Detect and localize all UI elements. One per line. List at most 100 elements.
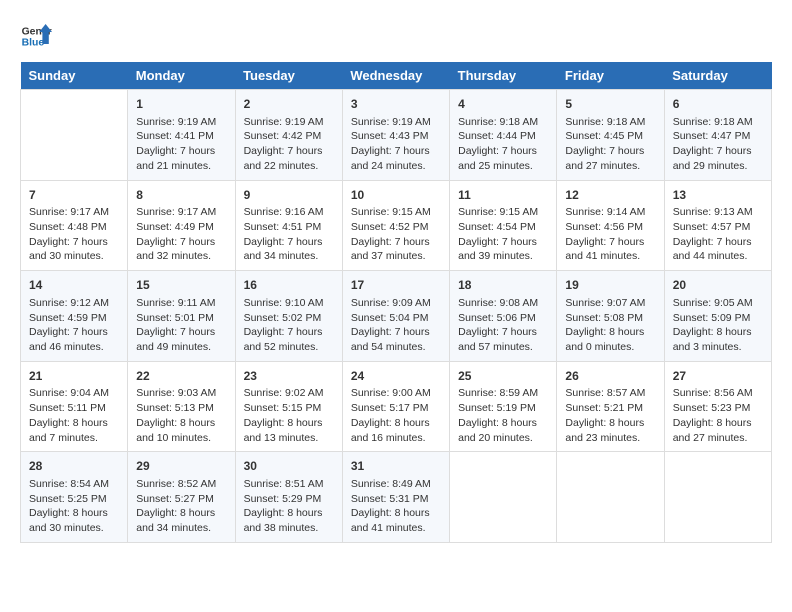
header-cell-tuesday: Tuesday (235, 62, 342, 90)
header-row: SundayMondayTuesdayWednesdayThursdayFrid… (21, 62, 772, 90)
day-cell: 19 Sunrise: 9:07 AMSunset: 5:08 PMDayligh… (557, 271, 664, 362)
header-cell-wednesday: Wednesday (342, 62, 449, 90)
day-cell: 15 Sunrise: 9:11 AMSunset: 5:01 PMDayligh… (128, 271, 235, 362)
day-cell: 22Sunrise: 9:03 AMSunset: 5:13 PMDayligh… (128, 361, 235, 452)
day-info: Sunrise: 9:13 AMSunset: 4:57 PMDaylight:… (673, 205, 763, 264)
day-info: Sunrise: 9:18 AMSunset: 4:44 PMDaylight:… (458, 115, 548, 174)
day-number: 2 (244, 96, 334, 113)
day-number: 24 (351, 368, 441, 385)
day-info: Sunrise: 8:54 AMSunset: 5:25 PMDaylight:… (29, 477, 119, 536)
calendar-body: 1Sunrise: 9:19 AMSunset: 4:41 PMDaylight… (21, 90, 772, 543)
day-info: Sunrise: 9:14 AMSunset: 4:56 PMDaylight:… (565, 205, 655, 264)
day-cell: 14 Sunrise: 9:12 AMSunset: 4:59 PMDayligh… (21, 271, 128, 362)
day-info: Sunrise: 9:11 AMSunset: 5:01 PMDaylight:… (136, 296, 226, 355)
day-cell: 10Sunrise: 9:15 AMSunset: 4:52 PMDayligh… (342, 180, 449, 271)
day-number: 26 (565, 368, 655, 385)
day-number: 21 (29, 368, 119, 385)
day-info: Sunrise: 9:18 AMSunset: 4:45 PMDaylight:… (565, 115, 655, 174)
day-info: Sunrise: 8:49 AMSunset: 5:31 PMDaylight:… (351, 477, 441, 536)
day-info: Sunrise: 8:51 AMSunset: 5:29 PMDaylight:… (244, 477, 334, 536)
day-info: Sunrise: 8:57 AMSunset: 5:21 PMDaylight:… (565, 386, 655, 445)
day-cell: 3 Sunrise: 9:19 AMSunset: 4:43 PMDaylight… (342, 90, 449, 181)
day-info: Sunrise: 9:17 AMSunset: 4:48 PMDaylight:… (29, 205, 119, 264)
day-number: 12 (565, 187, 655, 204)
day-number: 31 (351, 458, 441, 475)
day-info: Sunrise: 9:15 AMSunset: 4:54 PMDaylight:… (458, 205, 548, 264)
day-cell: 24Sunrise: 9:00 AMSunset: 5:17 PMDayligh… (342, 361, 449, 452)
day-cell: 18Sunrise: 9:08 AMSunset: 5:06 PMDayligh… (450, 271, 557, 362)
day-info: Sunrise: 9:19 AMSunset: 4:41 PMDaylight:… (136, 115, 226, 174)
header-cell-saturday: Saturday (664, 62, 771, 90)
day-info: Sunrise: 9:04 AMSunset: 5:11 PMDaylight:… (29, 386, 119, 445)
day-info: Sunrise: 9:02 AMSunset: 5:15 PMDaylight:… (244, 386, 334, 445)
day-number: 30 (244, 458, 334, 475)
header-cell-sunday: Sunday (21, 62, 128, 90)
day-number: 8 (136, 187, 226, 204)
day-number: 5 (565, 96, 655, 113)
day-cell: 9Sunrise: 9:16 AMSunset: 4:51 PMDaylight… (235, 180, 342, 271)
header-cell-monday: Monday (128, 62, 235, 90)
day-info: Sunrise: 9:18 AMSunset: 4:47 PMDaylight:… (673, 115, 763, 174)
day-cell: 11Sunrise: 9:15 AMSunset: 4:54 PMDayligh… (450, 180, 557, 271)
day-number: 4 (458, 96, 548, 113)
day-number: 11 (458, 187, 548, 204)
day-number: 19 (565, 277, 655, 294)
week-row-5: 28Sunrise: 8:54 AMSunset: 5:25 PMDayligh… (21, 452, 772, 543)
day-number: 23 (244, 368, 334, 385)
day-cell (450, 452, 557, 543)
week-row-4: 21Sunrise: 9:04 AMSunset: 5:11 PMDayligh… (21, 361, 772, 452)
day-cell (664, 452, 771, 543)
day-info: Sunrise: 8:59 AMSunset: 5:19 PMDaylight:… (458, 386, 548, 445)
day-info: Sunrise: 9:07 AMSunset: 5:08 PMDaylight:… (565, 296, 655, 355)
calendar-header: SundayMondayTuesdayWednesdayThursdayFrid… (21, 62, 772, 90)
day-info: Sunrise: 9:05 AMSunset: 5:09 PMDaylight:… (673, 296, 763, 355)
day-info: Sunrise: 9:15 AMSunset: 4:52 PMDaylight:… (351, 205, 441, 264)
day-cell: 26Sunrise: 8:57 AMSunset: 5:21 PMDayligh… (557, 361, 664, 452)
week-row-2: 7Sunrise: 9:17 AMSunset: 4:48 PMDaylight… (21, 180, 772, 271)
day-info: Sunrise: 9:03 AMSunset: 5:13 PMDaylight:… (136, 386, 226, 445)
day-cell (21, 90, 128, 181)
calendar-table: SundayMondayTuesdayWednesdayThursdayFrid… (20, 62, 772, 543)
day-info: Sunrise: 9:19 AMSunset: 4:42 PMDaylight:… (244, 115, 334, 174)
logo: General Blue (20, 20, 56, 52)
header-cell-friday: Friday (557, 62, 664, 90)
week-row-1: 1Sunrise: 9:19 AMSunset: 4:41 PMDaylight… (21, 90, 772, 181)
day-number: 25 (458, 368, 548, 385)
day-cell: 1Sunrise: 9:19 AMSunset: 4:41 PMDaylight… (128, 90, 235, 181)
day-cell: 21Sunrise: 9:04 AMSunset: 5:11 PMDayligh… (21, 361, 128, 452)
day-cell: 29 Sunrise: 8:52 AMSunset: 5:27 PMDayligh… (128, 452, 235, 543)
day-info: Sunrise: 8:52 AMSunset: 5:27 PMDaylight:… (136, 477, 226, 536)
day-number: 6 (673, 96, 763, 113)
day-number: 27 (673, 368, 763, 385)
day-cell: 20 Sunrise: 9:05 AMSunset: 5:09 PMDayligh… (664, 271, 771, 362)
day-info: Sunrise: 9:17 AMSunset: 4:49 PMDaylight:… (136, 205, 226, 264)
day-number: 14 (29, 277, 119, 294)
day-number: 22 (136, 368, 226, 385)
day-number: 16 (244, 277, 334, 294)
day-info: Sunrise: 9:16 AMSunset: 4:51 PMDaylight:… (244, 205, 334, 264)
day-cell: 13Sunrise: 9:13 AMSunset: 4:57 PMDayligh… (664, 180, 771, 271)
day-cell: 8Sunrise: 9:17 AMSunset: 4:49 PMDaylight… (128, 180, 235, 271)
day-cell: 12Sunrise: 9:14 AMSunset: 4:56 PMDayligh… (557, 180, 664, 271)
day-cell: 2 Sunrise: 9:19 AMSunset: 4:42 PMDaylight… (235, 90, 342, 181)
day-number: 3 (351, 96, 441, 113)
day-cell (557, 452, 664, 543)
day-number: 15 (136, 277, 226, 294)
day-cell: 6 Sunrise: 9:18 AMSunset: 4:47 PMDaylight… (664, 90, 771, 181)
day-cell: 30 Sunrise: 8:51 AMSunset: 5:29 PMDayligh… (235, 452, 342, 543)
day-cell: 25Sunrise: 8:59 AMSunset: 5:19 PMDayligh… (450, 361, 557, 452)
day-cell: 7Sunrise: 9:17 AMSunset: 4:48 PMDaylight… (21, 180, 128, 271)
logo-icon: General Blue (20, 20, 52, 52)
svg-text:Blue: Blue (22, 38, 45, 49)
day-info: Sunrise: 9:12 AMSunset: 4:59 PMDaylight:… (29, 296, 119, 355)
week-row-3: 14 Sunrise: 9:12 AMSunset: 4:59 PMDayligh… (21, 271, 772, 362)
day-number: 18 (458, 277, 548, 294)
day-cell: 4 Sunrise: 9:18 AMSunset: 4:44 PMDaylight… (450, 90, 557, 181)
day-number: 20 (673, 277, 763, 294)
day-info: Sunrise: 9:19 AMSunset: 4:43 PMDaylight:… (351, 115, 441, 174)
day-number: 9 (244, 187, 334, 204)
day-number: 10 (351, 187, 441, 204)
day-info: Sunrise: 9:09 AMSunset: 5:04 PMDaylight:… (351, 296, 441, 355)
day-cell: 27Sunrise: 8:56 AMSunset: 5:23 PMDayligh… (664, 361, 771, 452)
day-number: 29 (136, 458, 226, 475)
